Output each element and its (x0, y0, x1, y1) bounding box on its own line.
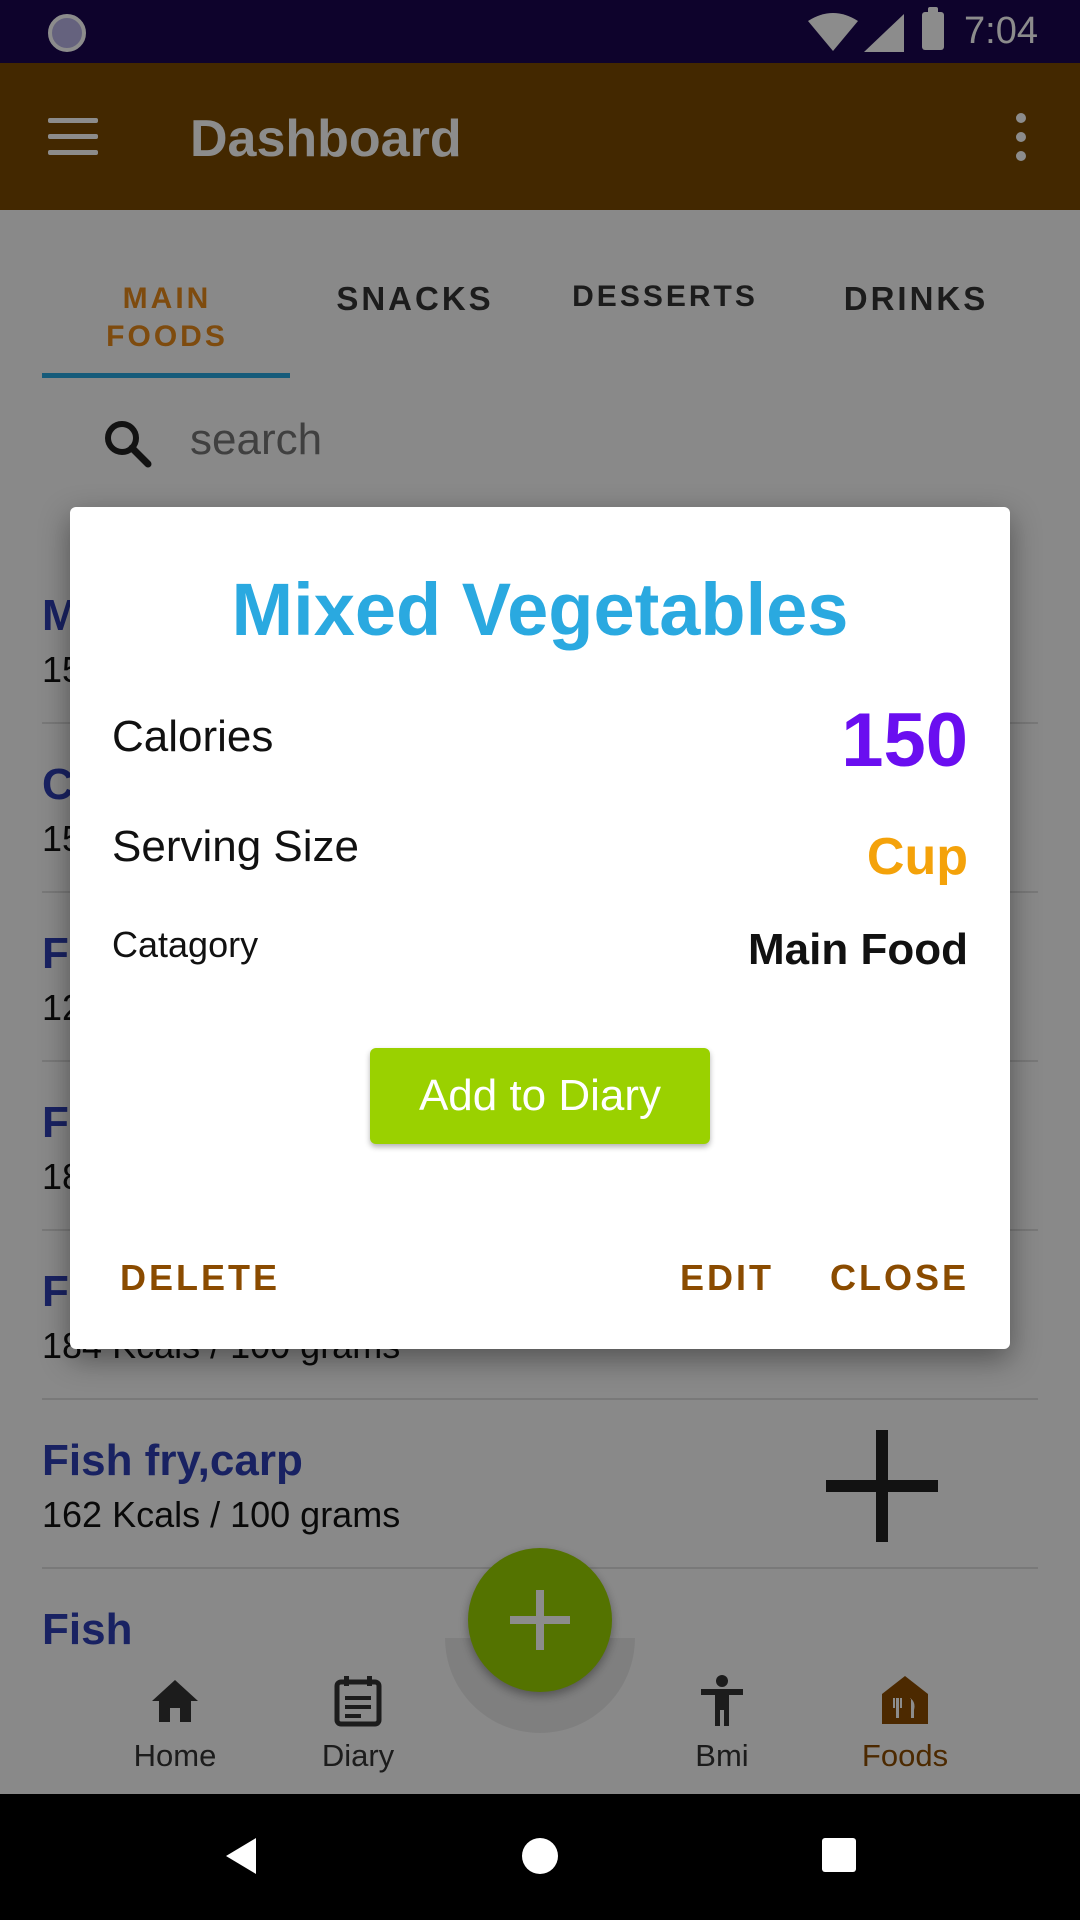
system-navigation-bar (0, 1794, 1080, 1920)
food-detail-dialog: Mixed Vegetables Calories 150 Serving Si… (70, 507, 1010, 1349)
home-circle-icon[interactable] (522, 1838, 558, 1874)
back-icon[interactable] (226, 1838, 256, 1874)
dialog-title: Mixed Vegetables (231, 568, 849, 651)
add-to-diary-button[interactable]: Add to Diary (370, 1048, 710, 1144)
recent-apps-icon[interactable] (822, 1838, 856, 1872)
category-value: Main Food (748, 925, 968, 974)
delete-button[interactable]: DELETE (120, 1257, 280, 1299)
edit-button[interactable]: EDIT (680, 1257, 774, 1299)
close-button[interactable]: CLOSE (830, 1257, 969, 1299)
category-label: Catagory (112, 924, 259, 965)
calories-label: Calories (112, 712, 274, 761)
serving-size-value: Cup (866, 828, 968, 886)
serving-size-label: Serving Size (112, 822, 360, 871)
calories-value: 150 (841, 698, 968, 783)
